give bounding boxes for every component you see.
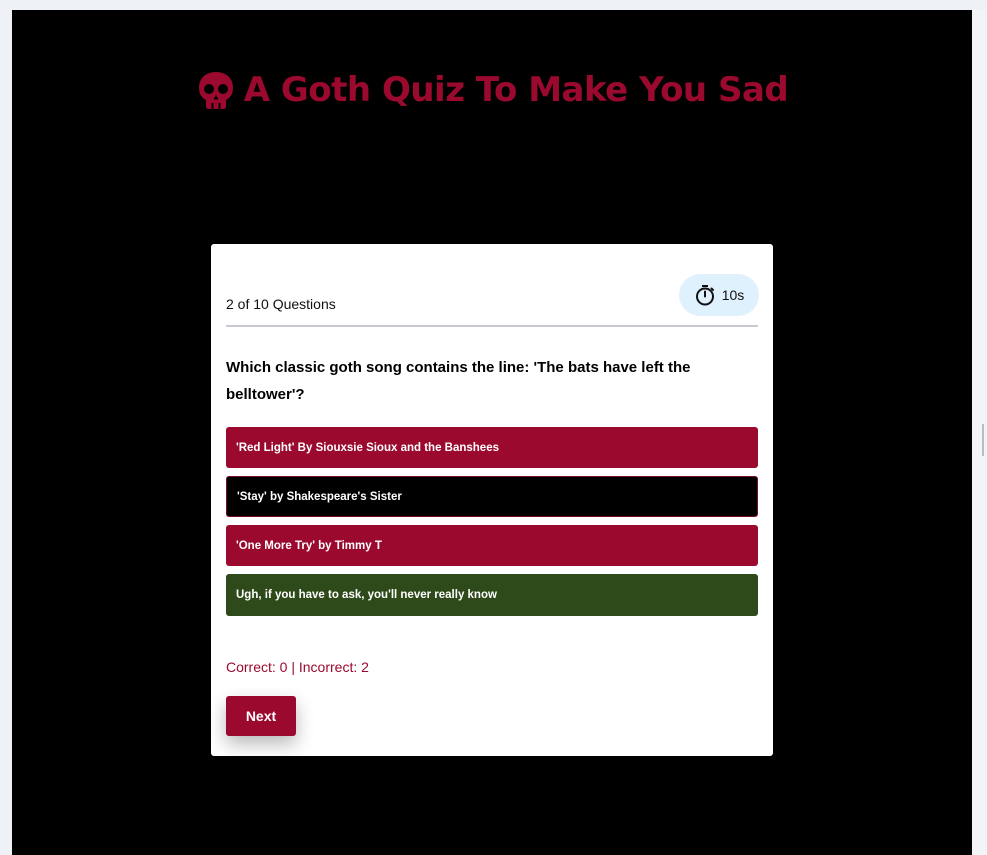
timer-value: 10s bbox=[721, 287, 745, 303]
divider bbox=[226, 325, 758, 327]
next-button[interactable]: Next bbox=[226, 696, 296, 736]
question-text: Which classic goth song contains the lin… bbox=[226, 359, 691, 403]
quiz-card: 2 of 10 Questions 10s Which classic goth… bbox=[211, 244, 773, 756]
question-counter: 2 of 10 Questions bbox=[226, 296, 336, 312]
answer-option-label: 'One More Try' by Timmy T bbox=[236, 539, 382, 552]
answer-option-2[interactable]: 'Stay' by Shakespeare's Sister bbox=[226, 476, 758, 517]
answer-option-1[interactable]: 'Red Light' By Siouxsie Sioux and the Ba… bbox=[226, 427, 758, 468]
answer-option-label: 'Red Light' By Siouxsie Sioux and the Ba… bbox=[236, 441, 499, 454]
score-text: Correct: 0 | Incorrect: 2 bbox=[226, 659, 369, 675]
answer-option-label: Ugh, if you have to ask, you'll never re… bbox=[236, 589, 497, 601]
answer-option-3[interactable]: 'One More Try' by Timmy T bbox=[226, 525, 758, 566]
quiz-page: A Goth Quiz To Make You Sad 2 of 10 Ques… bbox=[12, 10, 972, 855]
skull-icon bbox=[198, 72, 233, 109]
scrollbar-thumb[interactable] bbox=[982, 424, 984, 456]
timer-badge: 10s bbox=[679, 274, 759, 316]
answer-option-4[interactable]: Ugh, if you have to ask, you'll never re… bbox=[226, 574, 758, 616]
page-title-text: A Goth Quiz To Make You Sad bbox=[243, 70, 789, 110]
page-title: A Goth Quiz To Make You Sad bbox=[12, 66, 972, 114]
stopwatch-icon bbox=[695, 285, 714, 306]
answer-list: 'Red Light' By Siouxsie Sioux and the Ba… bbox=[226, 427, 758, 616]
answer-option-label: 'Stay' by Shakespeare's Sister bbox=[237, 490, 402, 503]
scrollbar-track[interactable] bbox=[972, 10, 987, 855]
